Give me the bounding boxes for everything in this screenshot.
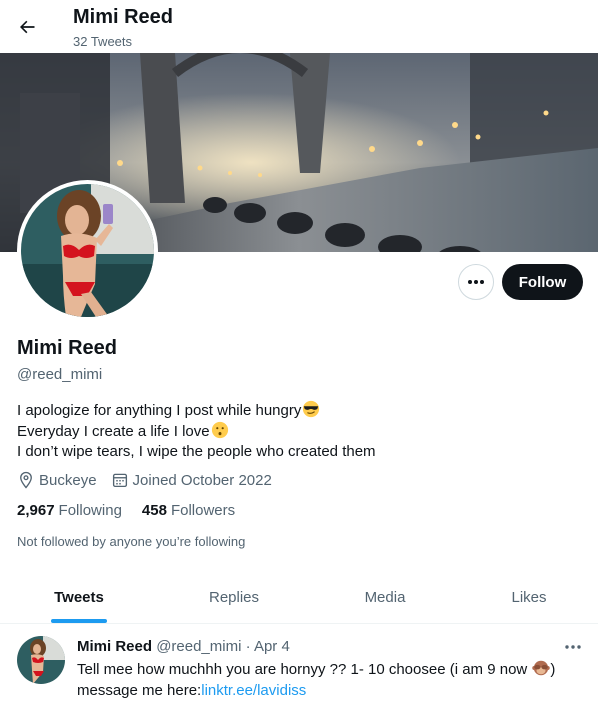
profile-name: Mimi Reed (17, 337, 118, 359)
tweet-date[interactable]: Apr 4 (254, 638, 290, 655)
following-count: 2,967 (17, 502, 55, 519)
follow-button[interactable]: Follow (502, 264, 583, 300)
location-pin-icon (20, 471, 32, 489)
tab-tweets[interactable]: Tweets (0, 571, 158, 624)
more-dots-icon (468, 280, 484, 284)
bio-line-1: I apologize for anything I post while hu… (17, 400, 376, 421)
sunglasses-emoji-icon (303, 400, 320, 418)
bio-line-2: Everyday I create a life I love (17, 421, 376, 442)
joined-item: Joined October 2022 (111, 471, 272, 489)
followers-link[interactable]: 458 Followers (142, 502, 235, 519)
tweet-author-handle[interactable]: @reed_mimi (156, 638, 241, 655)
location-text: Buckeye (39, 471, 97, 489)
profile-tabs: Tweets Replies Media Likes (0, 571, 598, 624)
bio-line-3: I don’t wipe tears, I wipe the people wh… (17, 443, 376, 460)
profile-handle: @reed_mimi (17, 366, 103, 383)
top-bar: Mimi Reed 32 Tweets (0, 0, 598, 53)
location-item: Buckeye (17, 471, 97, 489)
not-followed-notice: Not followed by anyone you’re following (17, 534, 246, 549)
followers-count: 458 (141, 502, 167, 519)
profile-avatar[interactable] (17, 180, 158, 321)
more-options-button[interactable] (458, 264, 494, 300)
following-label: Following (58, 502, 122, 519)
tweet-link[interactable]: linktr.ee/lavidiss (201, 682, 306, 699)
followers-label: Followers (170, 502, 236, 519)
more-dots-icon (565, 645, 581, 649)
calendar-icon (112, 473, 127, 488)
tweet-author-avatar[interactable] (17, 636, 65, 684)
back-arrow-icon[interactable] (14, 14, 40, 40)
profile-bio: I apologize for anything I post while hu… (17, 400, 376, 462)
header-title: Mimi Reed (73, 6, 174, 28)
tab-likes[interactable]: Likes (460, 571, 598, 624)
tweet-item[interactable]: Mimi Reed @reed_mimi · Apr 4 Tell mee ho… (0, 624, 598, 702)
profile-meta: Buckeye Joined October 2022 (17, 471, 286, 489)
profile-stats: 2,967 Following 458 Followers (17, 502, 255, 519)
active-tab-indicator (51, 619, 107, 623)
kissing-face-emoji-icon (211, 421, 228, 439)
tab-media[interactable]: Media (310, 571, 460, 624)
tweet-author-name[interactable]: Mimi Reed (77, 638, 152, 655)
tweet-header: Mimi Reed @reed_mimi · Apr 4 (77, 638, 290, 655)
see-no-evil-monkey-emoji-icon (532, 660, 551, 676)
tab-replies[interactable]: Replies (158, 571, 310, 624)
following-link[interactable]: 2,967 Following (17, 502, 122, 519)
tweet-count: 32 Tweets (73, 34, 133, 49)
tweet-separator: · (245, 638, 251, 655)
tweet-body: Tell mee how muchhh you are hornyy ?? 1-… (77, 660, 556, 699)
tweet-more-options-button[interactable] (562, 638, 584, 656)
joined-text: Joined October 2022 (132, 471, 272, 489)
